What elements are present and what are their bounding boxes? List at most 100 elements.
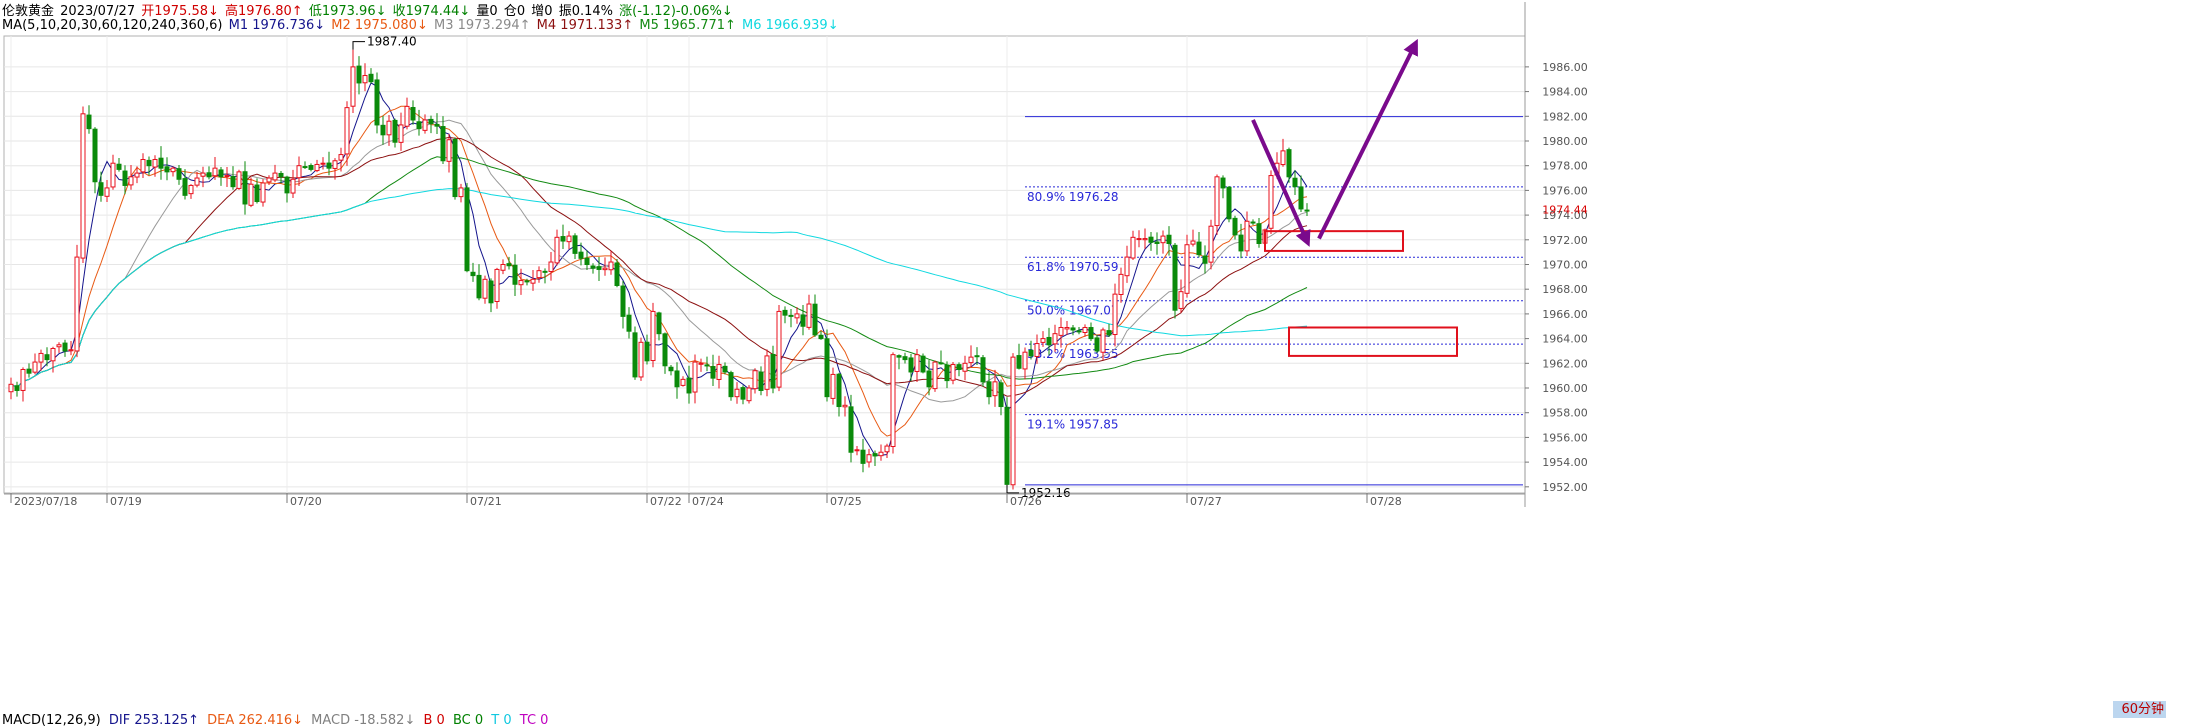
candle — [740, 385, 746, 405]
candle-body — [1118, 273, 1124, 296]
candle-body — [194, 177, 200, 186]
candle-body — [1094, 337, 1100, 352]
candle-body — [728, 372, 734, 398]
candle — [512, 254, 518, 297]
candle — [704, 356, 710, 372]
price-tick-label: 1960.00 — [1542, 382, 1588, 395]
candle-body — [410, 107, 416, 121]
candle — [1004, 397, 1010, 485]
candle-body — [152, 159, 158, 168]
candle-body — [1268, 175, 1274, 229]
candle-body — [830, 373, 836, 399]
candle-body — [140, 159, 146, 173]
candle — [224, 166, 230, 187]
candle — [116, 158, 122, 172]
candle — [1268, 170, 1274, 234]
candle-body — [1250, 221, 1256, 224]
candle-body — [866, 454, 872, 463]
candle — [548, 252, 554, 281]
candle-body — [818, 334, 824, 340]
candle — [1142, 228, 1148, 249]
candle — [728, 370, 734, 401]
candle-body — [176, 168, 182, 180]
candle-body — [758, 371, 764, 391]
price-tick-label: 1964.00 — [1542, 333, 1588, 346]
candle — [974, 347, 980, 365]
candle-body — [1148, 236, 1154, 243]
current-price-label: 1974.44 — [1542, 204, 1588, 217]
candle-body — [458, 187, 464, 198]
candle-body — [470, 271, 476, 277]
candle-body — [464, 187, 470, 272]
candle-body — [242, 171, 248, 205]
candle — [1250, 219, 1256, 226]
candle — [782, 306, 788, 324]
timeframe-button[interactable]: 60分钟 — [2113, 701, 2166, 718]
candle-body — [392, 119, 398, 143]
candle-body — [902, 356, 908, 361]
candle-body — [1046, 336, 1052, 346]
candle-body — [836, 373, 842, 408]
candle-body — [872, 453, 878, 457]
candle-body — [1154, 241, 1160, 245]
candle-body — [1244, 220, 1250, 252]
candle-body — [938, 362, 944, 365]
candle-body — [434, 123, 440, 127]
candle — [1178, 279, 1184, 313]
candle — [494, 267, 500, 309]
chart-annotations: 1987.401952.16 — [352, 35, 1458, 500]
candle-body — [86, 114, 92, 130]
candle-body — [842, 404, 848, 408]
candle-body — [944, 364, 950, 382]
candle-body — [812, 303, 818, 336]
candle — [842, 396, 848, 417]
candle-body — [698, 362, 704, 365]
candle-body — [362, 75, 368, 84]
candle — [356, 56, 362, 95]
candle-body — [1190, 240, 1196, 245]
time-tick-label: 07/21 — [470, 495, 502, 508]
macd-value: MACD -18.582↓ — [311, 713, 416, 728]
candle-body — [968, 356, 974, 364]
candle — [734, 382, 740, 404]
max-price-label: 1987.40 — [367, 35, 417, 49]
candle — [164, 157, 170, 181]
candle-body — [452, 138, 458, 198]
candle-body — [776, 310, 782, 388]
fib-level-label: 61.8% 1970.59 — [1027, 260, 1119, 274]
candle-body — [320, 162, 326, 165]
candle-body — [602, 267, 608, 271]
candle — [32, 353, 38, 375]
candle — [314, 159, 320, 173]
candle — [362, 63, 368, 92]
candle — [956, 362, 962, 377]
candle-body — [1166, 234, 1172, 245]
candle — [452, 137, 458, 200]
candle-body — [1196, 241, 1202, 256]
candle — [902, 352, 908, 364]
price-tick-label: 1984.00 — [1542, 86, 1588, 99]
candle-body — [1136, 238, 1142, 241]
candle-body — [1088, 327, 1094, 340]
candle-body — [308, 165, 314, 170]
candle — [890, 352, 896, 454]
fib-level-label: 50.0% 1967.07 — [1027, 304, 1119, 318]
candle — [1148, 232, 1154, 251]
candle — [1076, 326, 1082, 335]
candle — [284, 175, 290, 203]
macd-dif: DIF 253.125↑ — [108, 713, 199, 728]
candle — [776, 305, 782, 392]
candle — [218, 166, 224, 186]
candle-body — [428, 118, 434, 125]
candle-body — [92, 128, 98, 183]
candle — [368, 68, 374, 84]
candle-body — [98, 182, 104, 196]
candle-body — [236, 171, 242, 189]
candle-body — [806, 303, 812, 328]
candle — [230, 166, 236, 190]
candle — [476, 264, 482, 301]
macd-bc: BC 0 — [452, 713, 484, 728]
candlestick-chart[interactable]: 80.9% 1976.2861.8% 1970.5950.0% 1967.073… — [0, 0, 2211, 728]
candle-body — [716, 364, 722, 380]
candle-body — [380, 124, 386, 136]
